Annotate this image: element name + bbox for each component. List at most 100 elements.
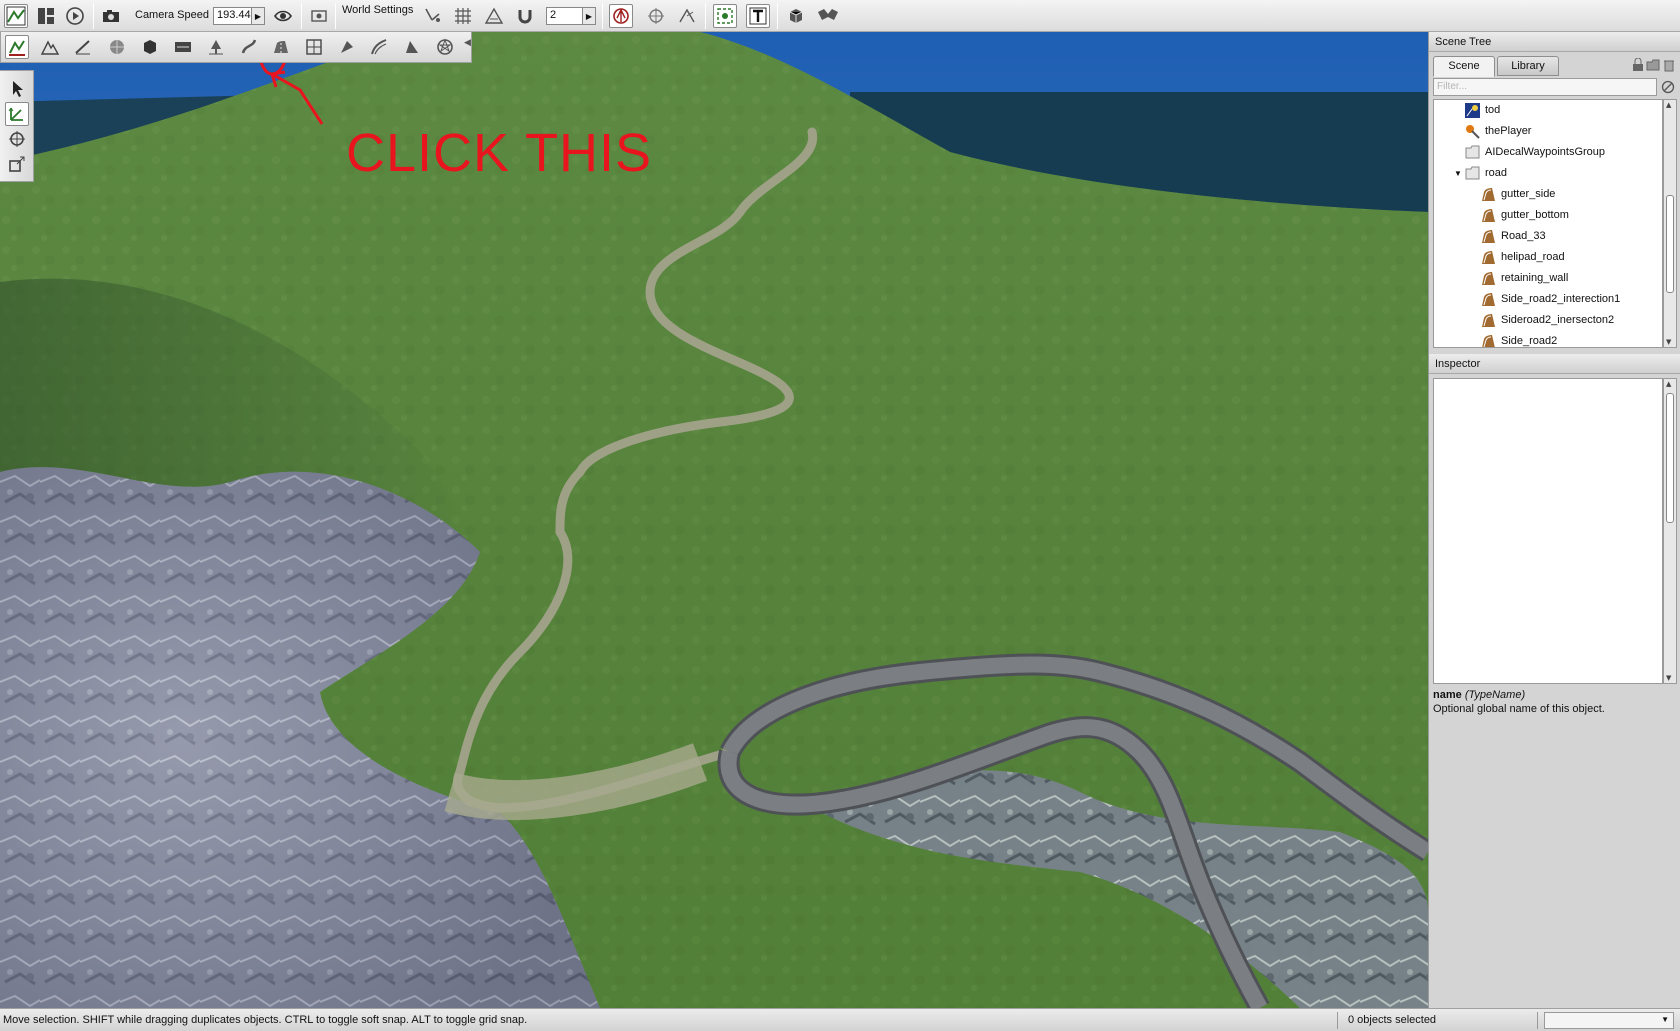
help-description: Optional global name of this object. <box>1433 703 1605 715</box>
mesh-road-editor-icon[interactable] <box>302 35 326 59</box>
tree-item-side-road2[interactable]: Side_road2 <box>1434 331 1662 347</box>
status-bar: Move selection. SHIFT while dragging dup… <box>0 1008 1680 1031</box>
toolbar-collapse-icon[interactable]: ◀ <box>464 38 471 48</box>
world-editor-icon[interactable] <box>4 4 28 28</box>
text-label-icon[interactable] <box>746 4 770 28</box>
status-dropdown[interactable]: ▼ <box>1544 1012 1674 1029</box>
play-icon[interactable] <box>63 4 87 28</box>
help-field-name: name <box>1433 689 1462 701</box>
scene-tree-list[interactable]: tod thePlayer AIDecalWaypointsGroup ▼ ro… <box>1433 99 1663 348</box>
gizmo-toolbar <box>0 70 34 182</box>
decal-road-editor-icon[interactable] <box>335 35 359 59</box>
camera-icon[interactable] <box>99 4 123 28</box>
fit-view-icon[interactable] <box>713 4 737 28</box>
magnet-icon[interactable] <box>513 4 537 28</box>
annotation-label: CLICK THIS <box>346 123 653 183</box>
editor-window: CLICK THIS Camera Speed 193.44 ▶ World S… <box>0 0 1680 1031</box>
move-gizmo-icon[interactable] <box>5 102 29 126</box>
tab-library[interactable]: Library <box>1497 56 1559 76</box>
selection-count: 0 objects selected <box>1348 1014 1437 1026</box>
snap-to-terrain-icon[interactable] <box>421 4 445 28</box>
decal-editor-icon[interactable] <box>400 35 424 59</box>
snap-size-stepper[interactable]: ▶ <box>582 7 596 25</box>
tree-item-gutter-side[interactable]: gutter_side <box>1434 184 1662 205</box>
tree-item-theplayer[interactable]: thePlayer <box>1434 121 1662 142</box>
sketch-tool-icon[interactable] <box>138 35 162 59</box>
delete-icon[interactable] <box>1662 58 1676 72</box>
filter-input[interactable]: Filter... <box>1433 78 1657 96</box>
scene-tree-panel: Scene Tree Scene Library Filter... tod t… <box>1429 32 1680 351</box>
snap-size-input[interactable]: 2 <box>546 7 584 25</box>
scroll-down-icon[interactable]: ▼ <box>1666 338 1671 346</box>
screenshot-icon[interactable] <box>307 4 331 28</box>
road-icon <box>1482 209 1495 222</box>
tree-item-gutter-bottom[interactable]: gutter_bottom <box>1434 205 1662 226</box>
prefab-icon[interactable] <box>784 4 808 28</box>
inspector-scrollbar[interactable]: ▲ ▼ <box>1663 378 1677 684</box>
clear-filter-icon[interactable] <box>1661 80 1675 94</box>
road-editor-icon[interactable] <box>269 35 293 59</box>
status-message: Move selection. SHIFT while dragging dup… <box>3 1014 528 1026</box>
lock-icon[interactable] <box>1631 58 1645 72</box>
terrain-painter-icon[interactable] <box>71 35 95 59</box>
tree-item-retaining-wall[interactable]: retaining_wall <box>1434 268 1662 289</box>
particle-editor-icon[interactable] <box>433 35 457 59</box>
river-editor-icon[interactable] <box>237 35 261 59</box>
forest-editor-icon[interactable] <box>204 35 228 59</box>
scroll-thumb[interactable] <box>1666 393 1674 523</box>
time-of-day-icon <box>1465 103 1480 118</box>
navmesh-editor-icon[interactable] <box>367 35 391 59</box>
camera-speed-input[interactable]: 193.44 <box>213 7 253 25</box>
terrain-editor-icon[interactable] <box>38 35 62 59</box>
camera-speed-label: Camera Speed <box>135 9 209 21</box>
chevron-down-icon: ▼ <box>1661 1015 1669 1024</box>
object-transform-icon[interactable] <box>675 4 699 28</box>
select-arrow-icon[interactable] <box>5 77 29 101</box>
main-toolbar: Camera Speed 193.44 ▶ World Settings 2 ▶ <box>0 0 1680 32</box>
new-folder-icon[interactable] <box>1646 58 1660 72</box>
tree-item-road-33[interactable]: Road_33 <box>1434 226 1662 247</box>
road-icon <box>1482 293 1495 306</box>
tree-item-aidecalwaypointsgroup[interactable]: AIDecalWaypointsGroup <box>1434 142 1662 163</box>
road-icon <box>1482 251 1495 264</box>
scale-gizmo-icon[interactable] <box>5 152 29 176</box>
scroll-down-icon[interactable]: ▼ <box>1666 674 1671 682</box>
datablock-editor-icon[interactable] <box>171 35 195 59</box>
tree-item-tod[interactable]: tod <box>1434 100 1662 121</box>
road-icon <box>1482 230 1495 243</box>
tree-item-road[interactable]: ▼ road <box>1434 163 1662 184</box>
scene-tree-scrollbar[interactable]: ▲ ▼ <box>1663 99 1677 348</box>
editor-tools-toolbar: ◀ <box>0 32 472 63</box>
player-icon <box>1466 125 1480 139</box>
help-field-type: (TypeName) <box>1464 689 1526 701</box>
scroll-up-icon[interactable]: ▲ <box>1666 380 1671 388</box>
material-editor-icon[interactable] <box>105 35 129 59</box>
road-icon <box>1482 272 1495 285</box>
terrain-scene[interactable] <box>0 32 1428 1008</box>
grid-snap-icon[interactable] <box>451 4 475 28</box>
explode-prefab-icon[interactable] <box>816 4 840 28</box>
bounds-snap-icon[interactable] <box>482 4 506 28</box>
road-icon <box>1482 188 1495 201</box>
world-settings-button[interactable]: World Settings <box>342 4 413 16</box>
rotate-gizmo-icon[interactable] <box>5 127 29 151</box>
tab-scene[interactable]: Scene <box>1433 56 1495 77</box>
object-center-icon[interactable] <box>609 4 633 28</box>
camera-speed-stepper[interactable]: ▶ <box>251 7 265 25</box>
scroll-thumb[interactable] <box>1666 195 1674 293</box>
tree-item-sideroad2-inersecton2[interactable]: Sideroad2_inersecton2 <box>1434 310 1662 331</box>
tree-item-helipad-road[interactable]: helipad_road <box>1434 247 1662 268</box>
right-dock: Scene Tree Scene Library Filter... tod t… <box>1428 32 1680 1008</box>
field-help: name (TypeName) Optional global name of … <box>1433 688 1677 728</box>
visibility-eye-icon[interactable] <box>271 4 295 28</box>
object-editor-icon[interactable] <box>5 35 29 59</box>
folder-icon <box>1465 145 1480 159</box>
layout-icon[interactable] <box>34 4 58 28</box>
inspector-fields[interactable] <box>1433 378 1663 684</box>
expand-arrow-icon[interactable]: ▼ <box>1454 163 1462 184</box>
world-viewport[interactable] <box>0 32 1428 1008</box>
road-icon <box>1482 314 1495 327</box>
world-center-icon[interactable] <box>644 4 668 28</box>
tree-item-side-road2-interection1[interactable]: Side_road2_interection1 <box>1434 289 1662 310</box>
scroll-up-icon[interactable]: ▲ <box>1666 101 1671 109</box>
